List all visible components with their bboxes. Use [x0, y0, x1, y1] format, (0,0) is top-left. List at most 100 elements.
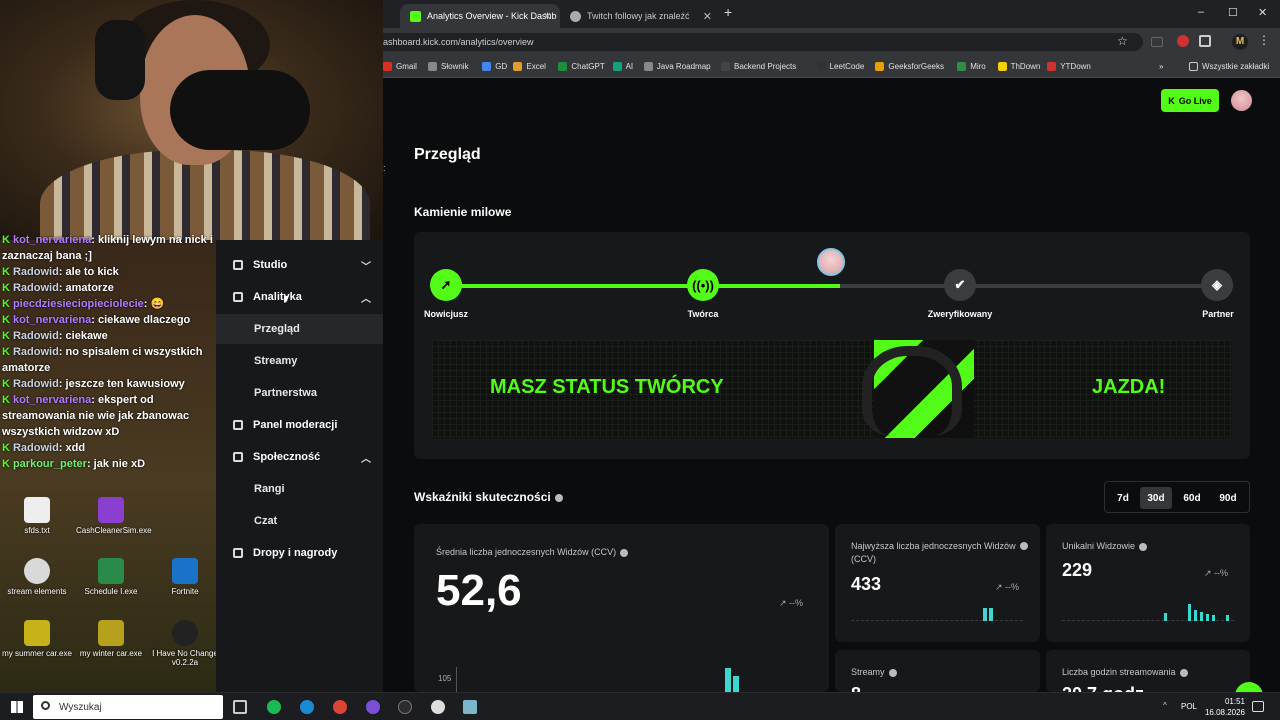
close-tab-icon[interactable]: ✕: [543, 10, 552, 23]
edge-icon[interactable]: [300, 700, 314, 714]
studio-icon: [233, 260, 243, 270]
chrome-icon[interactable]: [333, 700, 347, 714]
nav-chat[interactable]: Czat: [216, 506, 383, 536]
chat-separator: :: [91, 234, 98, 246]
chat-username[interactable]: Radowid: [13, 266, 59, 278]
bookmarks-overflow[interactable]: »: [1159, 62, 1163, 71]
go-live-button[interactable]: K Go Live: [1161, 89, 1219, 112]
chat-username[interactable]: Radowid: [13, 330, 59, 342]
range-30d[interactable]: 30d: [1140, 487, 1172, 509]
chat-separator: :: [91, 314, 98, 326]
chat-message: K Radowid: ale to kick: [0, 264, 216, 280]
nav-ranks[interactable]: Rangi: [216, 474, 383, 504]
bookmark-chatgpt[interactable]: ChatGPT: [558, 62, 605, 71]
bookmark-thdown[interactable]: ThDown: [997, 62, 1040, 71]
close-window-button[interactable]: ✕: [1258, 6, 1267, 19]
notepad-icon[interactable]: [463, 700, 477, 714]
nav-moderation[interactable]: Panel moderacji: [216, 410, 383, 440]
extensions-puzzle-icon[interactable]: [1199, 35, 1211, 47]
info-icon[interactable]: [1179, 668, 1188, 677]
tab-analytics-overview[interactable]: Analytics Overview - Kick Dashb ✕: [400, 4, 560, 28]
bookmark-star-icon[interactable]: ☆: [1117, 34, 1128, 48]
milestone-node-zweryfikowany: ✔: [944, 269, 976, 301]
desktop-icon-i-have-no-change[interactable]: I Have No Change v0.2.2a: [150, 620, 220, 667]
taskbar-clock[interactable]: 01:51 16.08.2026: [1195, 696, 1245, 718]
nav-analytics[interactable]: Analityka ︿: [216, 282, 383, 312]
user-avatar[interactable]: [1231, 90, 1252, 111]
nav-drops[interactable]: Dropy i nagrody: [216, 538, 383, 568]
close-tab-icon[interactable]: ✕: [703, 10, 712, 23]
nav-partnerships[interactable]: Partnerstwa: [216, 378, 383, 408]
info-icon[interactable]: [888, 668, 897, 677]
chat-username[interactable]: Radowid: [13, 282, 59, 294]
maximize-button[interactable]: ☐: [1228, 6, 1238, 19]
bookmark-gd[interactable]: GD: [482, 62, 507, 71]
chat-username[interactable]: piecdziesieciopieciolecie: [13, 298, 144, 310]
nav-community[interactable]: Społeczność ︿: [216, 442, 383, 472]
kpi-label: Najwyższa liczba jednoczesnych Widzów (C…: [851, 541, 1016, 564]
bookmark-gmail[interactable]: Gmail: [383, 62, 417, 71]
chat-username[interactable]: Radowid: [13, 378, 59, 390]
milestone-node-partner: ◈: [1201, 269, 1233, 301]
tray-chevron-icon[interactable]: ^: [1163, 701, 1167, 710]
cast-icon[interactable]: [1151, 37, 1163, 47]
chat-username[interactable]: Radowid: [13, 442, 59, 454]
range-7d[interactable]: 7d: [1107, 487, 1139, 509]
info-icon[interactable]: [1139, 542, 1148, 551]
menu-kebab-icon[interactable]: ⋮: [1258, 33, 1270, 47]
desktop-icon-cashcleaner[interactable]: CashCleanerSim.exe: [76, 497, 152, 535]
bookmark-słownik[interactable]: Słownik: [428, 62, 469, 71]
minimize-button[interactable]: –: [1198, 6, 1204, 18]
spotify-icon[interactable]: [267, 700, 281, 714]
nav-streams[interactable]: Streamy: [216, 346, 383, 376]
all-bookmarks-folder[interactable]: Wszystkie zakładki: [1189, 62, 1269, 71]
info-icon[interactable]: [554, 493, 563, 502]
task-view-icon[interactable]: [233, 700, 247, 714]
app-icon[interactable]: [431, 700, 445, 714]
new-tab-button[interactable]: +: [724, 4, 732, 20]
milestone-node-tworca: ((•)): [687, 269, 719, 301]
profile-avatar[interactable]: M: [1232, 34, 1248, 50]
obs-icon[interactable]: [398, 700, 412, 714]
milestone-user-avatar: [817, 248, 845, 276]
bookmark-backend-projects[interactable]: Backend Projects: [721, 62, 796, 71]
desktop-icon-my-winter-car[interactable]: my winter car.exe: [76, 620, 146, 658]
desktop-icon-stream-elements[interactable]: stream elements: [2, 558, 72, 596]
extension-icon[interactable]: [1177, 35, 1189, 47]
nav-studio[interactable]: Studio ﹀: [216, 250, 383, 280]
bookmark-miro[interactable]: Miro: [957, 62, 986, 71]
range-60d[interactable]: 60d: [1176, 487, 1208, 509]
range-90d[interactable]: 90d: [1212, 487, 1244, 509]
discord-icon[interactable]: [366, 700, 380, 714]
taskbar-search-input[interactable]: Wyszukaj: [33, 695, 223, 719]
chat-username[interactable]: Radowid: [13, 346, 59, 358]
notifications-icon[interactable]: [1252, 701, 1264, 712]
kpi-label: Średnia liczba jednoczesnych Widzów (CCV…: [436, 546, 629, 559]
kick-badge-icon: K: [2, 378, 10, 390]
nav-overview[interactable]: Przegląd: [216, 314, 383, 344]
chat-username[interactable]: kot_nervariena: [13, 314, 91, 326]
bookmark-java-roadmap[interactable]: Java Roadmap: [643, 62, 711, 71]
desktop-icon-sfds[interactable]: sfds.txt: [2, 497, 72, 535]
url-field[interactable]: ashboard.kick.com/analytics/overview: [383, 33, 1143, 51]
bookmark-leetcode[interactable]: LeetCode: [816, 62, 864, 71]
desktop-icon-fortnite[interactable]: Fortnite: [150, 558, 220, 596]
bookmark-ytdown[interactable]: YTDown: [1047, 62, 1091, 71]
bookmarks-bar: Gmail Słownik GD Excel ChatGPT AI Java Roadmap…: [383, 56, 1280, 78]
desktop-icon-schedule[interactable]: Schedule I.exe: [76, 558, 146, 596]
bookmark-ai[interactable]: AI: [612, 62, 633, 71]
chat-username[interactable]: kot_nervariena: [13, 234, 91, 246]
bookmark-geeksforgeeks[interactable]: GeeksforGeeks: [875, 62, 944, 71]
tab-twitch-followy[interactable]: Twitch followy jak znaleźć ✕: [560, 4, 720, 28]
desktop-icon-my-summer-car[interactable]: my summer car.exe: [2, 620, 72, 658]
chat-message: K Radowid: ciekawe: [0, 328, 216, 344]
chat-username[interactable]: kot_nervariena: [13, 394, 91, 406]
bookmark-excel[interactable]: Excel: [513, 62, 546, 71]
chart-bar: [725, 668, 731, 692]
chat-separator: :: [58, 282, 66, 294]
chat-separator: :: [58, 378, 66, 390]
windows-start-icon[interactable]: [11, 701, 23, 713]
info-icon[interactable]: [1020, 542, 1028, 550]
info-icon[interactable]: [620, 548, 629, 557]
chat-username[interactable]: parkour_peter: [13, 458, 87, 470]
